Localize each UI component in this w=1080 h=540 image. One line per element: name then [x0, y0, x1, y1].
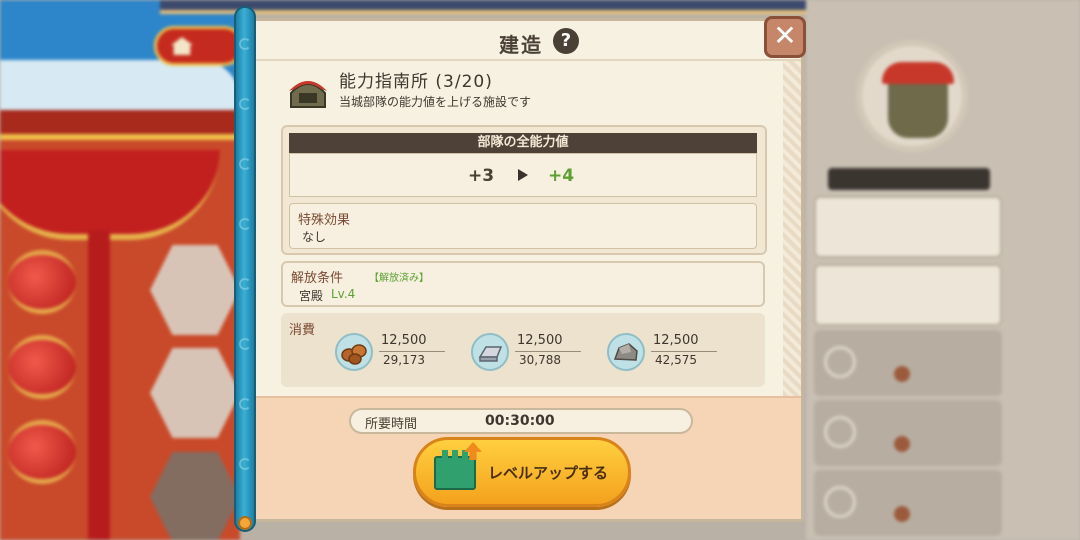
- home-icon: [171, 37, 193, 55]
- next-stat: +4: [548, 166, 575, 186]
- special-effect-box: 特殊効果 なし: [289, 203, 757, 249]
- coin-icon: [894, 436, 910, 452]
- current-stat: +3: [468, 166, 495, 186]
- unlock-status: 【解放済み】: [369, 273, 429, 284]
- facility-description: 当城部隊の能力値を上げる施設です: [339, 95, 532, 109]
- rod-cap: [238, 516, 252, 530]
- build-time-label: 所要時間: [365, 417, 418, 432]
- lantern: [8, 335, 76, 399]
- cost-label: 消費: [289, 323, 316, 338]
- cost-panel: 消費 12,500 29,173 12,500 30,788 12,500 42…: [281, 313, 765, 387]
- wave-ornament: [239, 458, 251, 470]
- queue-slot: [814, 400, 1002, 466]
- resource-owned: 29,173: [383, 353, 425, 367]
- wave-ornament: [239, 158, 251, 170]
- pillar: [88, 230, 110, 540]
- play-icon: [824, 416, 856, 448]
- unlock-level: Lv.4: [331, 287, 356, 301]
- queue-card: [814, 196, 1002, 258]
- queue-header: [828, 168, 990, 190]
- divider: [515, 351, 581, 352]
- cloud: [0, 60, 240, 110]
- build-queue-panel: [806, 0, 1080, 540]
- lantern: [8, 420, 76, 484]
- build-time: 所要時間 00:30:00: [349, 408, 693, 434]
- level-up-button[interactable]: レベルアップする: [413, 437, 631, 507]
- arrow-right-icon: [518, 169, 528, 181]
- build-time-value: 00:30:00: [485, 413, 555, 429]
- facility-name: 能力指南所 (3/20): [339, 72, 493, 92]
- coin-icon: [894, 366, 910, 382]
- scroll-rod: [234, 6, 256, 532]
- help-icon[interactable]: ?: [553, 28, 579, 54]
- iron-icon: [471, 333, 509, 371]
- unlock-panel: 解放条件 【解放済み】 宮殿 Lv.4: [281, 261, 765, 307]
- coin-icon: [894, 506, 910, 522]
- stone-icon: [607, 333, 645, 371]
- close-button[interactable]: ✕: [764, 16, 806, 58]
- queue-slot: [814, 330, 1002, 396]
- resource-wood: 12,500 29,173: [335, 333, 455, 373]
- lantern: [8, 250, 76, 314]
- home-tag: [154, 26, 244, 66]
- unlock-building: 宮殿: [299, 289, 324, 303]
- resource-owned: 42,575: [655, 353, 697, 367]
- play-icon: [824, 486, 856, 518]
- facility-preview: [856, 40, 968, 152]
- resource-owned: 30,788: [519, 353, 561, 367]
- helmet-icon: [289, 81, 327, 108]
- palace-roof: [0, 110, 240, 140]
- wood-icon: [335, 333, 373, 371]
- queue-card: [814, 264, 1002, 326]
- wave-ornament: [239, 38, 251, 50]
- modal-edge-pattern: [783, 61, 801, 396]
- build-modal: 建造 ? 能力指南所 (3/20) 当城部隊の能力値を上げる施設です 部隊の全能…: [252, 18, 804, 522]
- resource-required: 12,500: [381, 333, 427, 348]
- wave-ornament: [239, 338, 251, 350]
- special-effect-label: 特殊効果: [298, 213, 351, 228]
- resource-required: 12,500: [653, 333, 699, 348]
- play-icon: [824, 346, 856, 378]
- wave-ornament: [239, 98, 251, 110]
- queue-slot: [814, 470, 1002, 536]
- wave-ornament: [239, 278, 251, 290]
- wave-ornament: [239, 398, 251, 410]
- divider: [379, 351, 445, 352]
- stats-values: +3 +4: [289, 153, 757, 197]
- special-effect-value: なし: [302, 230, 327, 244]
- stats-header: 部隊の全能力値: [289, 133, 757, 153]
- resource-required: 12,500: [517, 333, 563, 348]
- modal-header: 建造 ?: [255, 21, 801, 61]
- divider: [651, 351, 717, 352]
- resource-iron: 12,500 30,788: [471, 333, 591, 373]
- level-up-label: レベルアップする: [488, 464, 609, 482]
- helmet-icon: [882, 62, 954, 138]
- castle-upgrade-icon: [434, 450, 476, 490]
- unlock-label: 解放条件: [291, 271, 344, 286]
- wave-ornament: [239, 218, 251, 230]
- stats-panel: 部隊の全能力値 +3 +4 特殊効果 なし: [281, 125, 767, 255]
- modal-title: 建造: [499, 33, 543, 57]
- resource-stone: 12,500 42,575: [607, 333, 727, 373]
